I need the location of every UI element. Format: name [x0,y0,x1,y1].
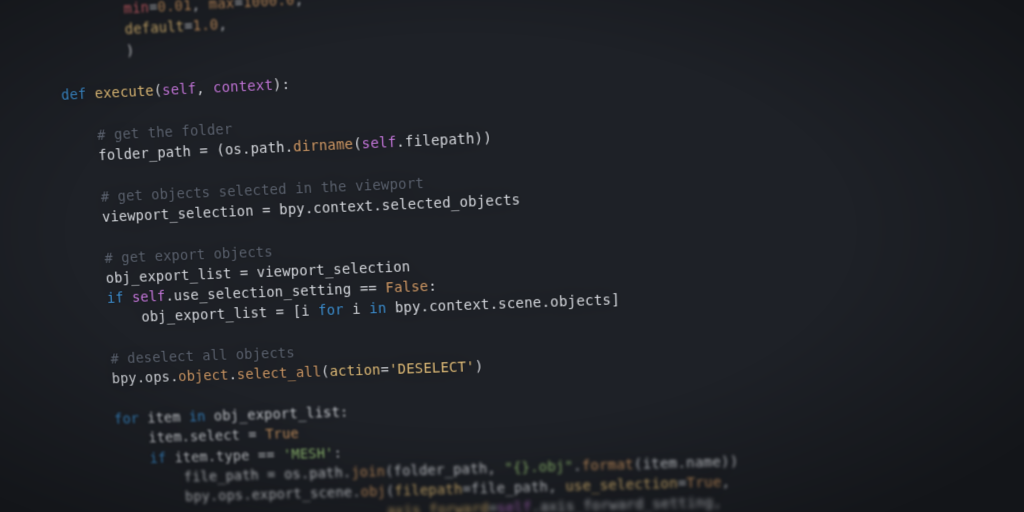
editor-viewport: min = 0.01, max = 1000.0, default = 1.0, ) def… [0,0,1024,512]
code-token: join [351,464,386,481]
code-token: if [149,450,175,466]
code-token: axis_forward_setting [540,495,714,512]
code-token: )) [474,130,492,147]
code-token: obj [360,484,386,501]
code-token: obj_export_list [214,405,341,425]
code-token: folder_path [393,461,487,480]
code-token: "{}.obj" [504,459,573,477]
code-token: item [147,410,189,427]
code-token: in [369,301,395,318]
code-token: 1.0 [192,17,218,35]
code-token: , [218,17,227,34]
code-token: : [333,445,342,461]
code-token: if [107,290,133,307]
code-token: 0.01 [157,0,192,16]
code-token: = [262,202,280,219]
code-token: in [189,409,215,426]
code-token: = [275,305,293,322]
code-token: bpy [111,371,137,388]
code-token: , [548,479,566,495]
code-token: action [329,363,381,381]
code-token: item [148,430,182,447]
code-token: selected_objects [381,192,520,214]
code-token: 'MESH' [283,445,334,462]
tilted-code-stage: min = 0.01, max = 1000.0, default = 1.0, ) def… [0,0,1024,512]
code-token: = [248,427,266,443]
code-token: = [240,265,258,282]
code-token: path [309,465,343,482]
code-token: = [267,467,285,483]
code-token: file_path [184,467,268,485]
code-token: i [301,304,319,321]
code-token: default [124,19,184,39]
code-token: os [284,466,302,482]
code-token: for [114,411,148,428]
code-token: ops [145,370,171,387]
code-token: format [582,457,634,475]
code-token: objects [550,293,612,312]
code-token: dirname [293,137,354,156]
code-token: scene [498,295,542,313]
code-token: bpy [395,300,421,317]
code-token: item [642,456,677,473]
code-token: ] [611,292,620,309]
code-token: filepath [394,482,463,500]
code-token: , [191,0,209,14]
code-token: min [123,0,149,18]
code-token: export_scene [251,485,352,504]
code-token: self [132,289,166,306]
code-token: folder_path [98,144,200,165]
code-token: 1000.0 [243,0,295,11]
code-token: self [362,135,397,153]
code-token: use_selection [565,476,678,495]
code-block[interactable]: min = 0.01, max = 1000.0, default = 1.0, ) def… [0,0,1024,512]
code-token: bpy [279,201,305,218]
code-token: context [213,78,274,97]
code-token: name [686,454,721,471]
code-token: , [196,80,214,97]
code-token: 'DESELECT' [389,359,475,378]
code-token: , [713,495,722,511]
code-token: item [174,449,208,466]
code-token: obj_export_list [141,305,276,326]
code-token: filepath [405,131,475,151]
code-token: True [686,475,721,492]
code-token: ) [126,43,135,60]
code-token: context [429,297,490,315]
code-token: execute [94,83,154,102]
code-token: os [225,142,243,159]
code-token: select [190,428,249,446]
code-token: bpy [185,489,211,505]
code-token: i [352,302,370,319]
code-token: type [216,448,259,465]
code-token: axis_forward [387,501,490,512]
code-token: for [318,302,353,319]
code-token: , [721,475,730,491]
code-token: = [199,143,217,160]
code-token: == [359,281,385,298]
code-token: True [265,426,299,443]
code-token: object [178,368,229,386]
code-token: ): [273,77,291,94]
code-token: , [487,461,505,477]
code-token: : [428,279,437,296]
code-token: select_all [237,365,322,384]
code-token: self [497,500,532,512]
code-token: max [208,0,235,13]
code-token: obj_export_list [105,266,240,287]
code-token: def [61,86,96,104]
code-token: ops [218,488,244,504]
code-token: , [294,0,303,9]
code-token: context [313,198,374,217]
code-token: path [250,140,285,158]
code-token: == [257,447,283,464]
code-token: False [385,279,429,297]
code-token: self [162,81,197,99]
code-token: : [340,404,349,420]
code-token: ) [474,359,483,375]
code-token: file_path [471,480,549,498]
code-token: )) [721,454,739,471]
